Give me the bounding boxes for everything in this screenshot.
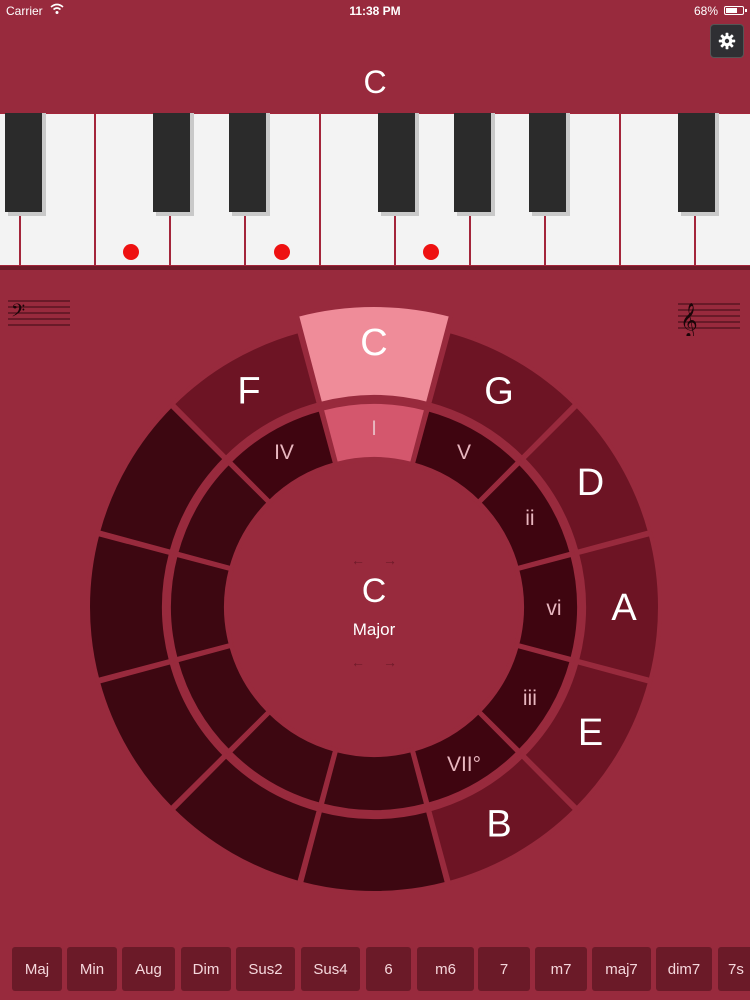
chord-type-label: 6 bbox=[384, 960, 393, 978]
chord-type-label: Min bbox=[79, 960, 105, 978]
key-label: G bbox=[484, 370, 514, 412]
chord-type-label: Aug bbox=[135, 960, 162, 978]
piano-black-key[interactable] bbox=[153, 113, 194, 216]
note-dot-e bbox=[274, 244, 290, 260]
key-label: D bbox=[577, 462, 604, 504]
chord-type-label: Sus4 bbox=[313, 960, 348, 978]
circle-of-fifths-wheel[interactable]: CGDAEBF IViiviiiiVII°IV ← → C Major ← → bbox=[0, 300, 750, 920]
degree-label: I bbox=[371, 417, 377, 440]
chord-type-label: maj7 bbox=[605, 960, 638, 978]
note-dot-c bbox=[123, 244, 139, 260]
key-label: B bbox=[486, 804, 511, 846]
center-root-label: C bbox=[362, 572, 387, 610]
chord-type-label: Dim bbox=[192, 960, 220, 978]
chord-type-button-aug[interactable]: Aug bbox=[122, 947, 175, 991]
piano-black-key[interactable] bbox=[678, 113, 719, 216]
key-segment-blank[interactable] bbox=[86, 531, 174, 683]
degree-label: iii bbox=[523, 687, 537, 710]
degree-label: ii bbox=[525, 507, 534, 530]
battery-percent: 68% bbox=[693, 4, 718, 18]
key-label: E bbox=[578, 712, 603, 754]
degree-label: IV bbox=[274, 441, 294, 464]
chord-type-label: Maj bbox=[24, 960, 50, 978]
chord-type-bar: Maj Min Aug Dim Sus2 Sus4 6 m6 7 m7 maj7 dim7 7s bbox=[0, 940, 750, 1000]
key-label: A bbox=[611, 587, 637, 629]
chord-type-button-dim[interactable]: Dim bbox=[181, 947, 231, 991]
degree-label: vi bbox=[546, 597, 561, 620]
chord-type-button-sus4[interactable]: Sus4 bbox=[301, 947, 360, 991]
piano-black-key[interactable] bbox=[454, 113, 495, 216]
clock-time: 11:38 PM bbox=[349, 4, 401, 18]
chord-type-label: m6 bbox=[435, 960, 456, 978]
settings-button[interactable] bbox=[710, 24, 744, 58]
current-note-label: C bbox=[363, 64, 387, 100]
key-segment-a[interactable]: A bbox=[574, 531, 662, 683]
key-label: F bbox=[237, 370, 260, 412]
degree-segment-i[interactable]: I bbox=[319, 400, 429, 467]
chord-type-label: 7 bbox=[499, 960, 509, 978]
piano-black-key[interactable] bbox=[229, 113, 270, 216]
degree-segment-vi[interactable]: vi bbox=[514, 552, 581, 662]
gear-icon bbox=[718, 32, 736, 50]
chord-type-button-dim7[interactable]: dim7 bbox=[656, 947, 712, 991]
chord-type-label: 7s bbox=[728, 960, 744, 978]
chord-type-button-sus2[interactable]: Sus2 bbox=[236, 947, 295, 991]
chord-type-button-6[interactable]: 6 bbox=[366, 947, 411, 991]
piano-black-key[interactable] bbox=[378, 113, 419, 216]
degree-label: V bbox=[457, 441, 471, 464]
piano-black-key[interactable] bbox=[529, 113, 570, 216]
key-segment-blank[interactable] bbox=[298, 807, 450, 895]
arrow-right-icon: → bbox=[383, 552, 397, 568]
chord-type-label: Sus2 bbox=[248, 960, 283, 978]
key-segment-c[interactable]: C bbox=[294, 303, 454, 407]
battery-icon bbox=[724, 6, 747, 15]
chord-type-button-min[interactable]: Min bbox=[67, 947, 117, 991]
chord-type-label: m7 bbox=[550, 960, 572, 978]
chord-type-button-m6[interactable]: m6 bbox=[417, 947, 474, 991]
arrow-left-icon: ← bbox=[351, 654, 365, 670]
chord-type-button-7[interactable]: 7 bbox=[478, 947, 530, 991]
piano-keyboard[interactable] bbox=[0, 112, 750, 270]
piano-black-key[interactable] bbox=[5, 113, 46, 216]
degree-segment-blank[interactable] bbox=[167, 552, 234, 662]
chord-type-label: dim7 bbox=[667, 960, 701, 978]
status-bar: Carrier 11:38 PM 68% bbox=[0, 0, 750, 22]
note-dot-g bbox=[423, 244, 439, 260]
chord-type-button-m7[interactable]: m7 bbox=[535, 947, 587, 991]
chord-type-button-maj[interactable]: Maj bbox=[12, 947, 62, 991]
chord-type-button-maj7[interactable]: maj7 bbox=[592, 947, 651, 991]
key-label: C bbox=[360, 322, 387, 364]
arrow-right-icon: → bbox=[383, 654, 397, 670]
center-quality-label: Major bbox=[353, 620, 396, 639]
arrow-left-icon: ← bbox=[351, 552, 365, 568]
chord-type-button-7s[interactable]: 7s bbox=[718, 947, 750, 991]
degree-segment-blank[interactable] bbox=[319, 747, 429, 814]
degree-label: VII° bbox=[447, 753, 481, 776]
